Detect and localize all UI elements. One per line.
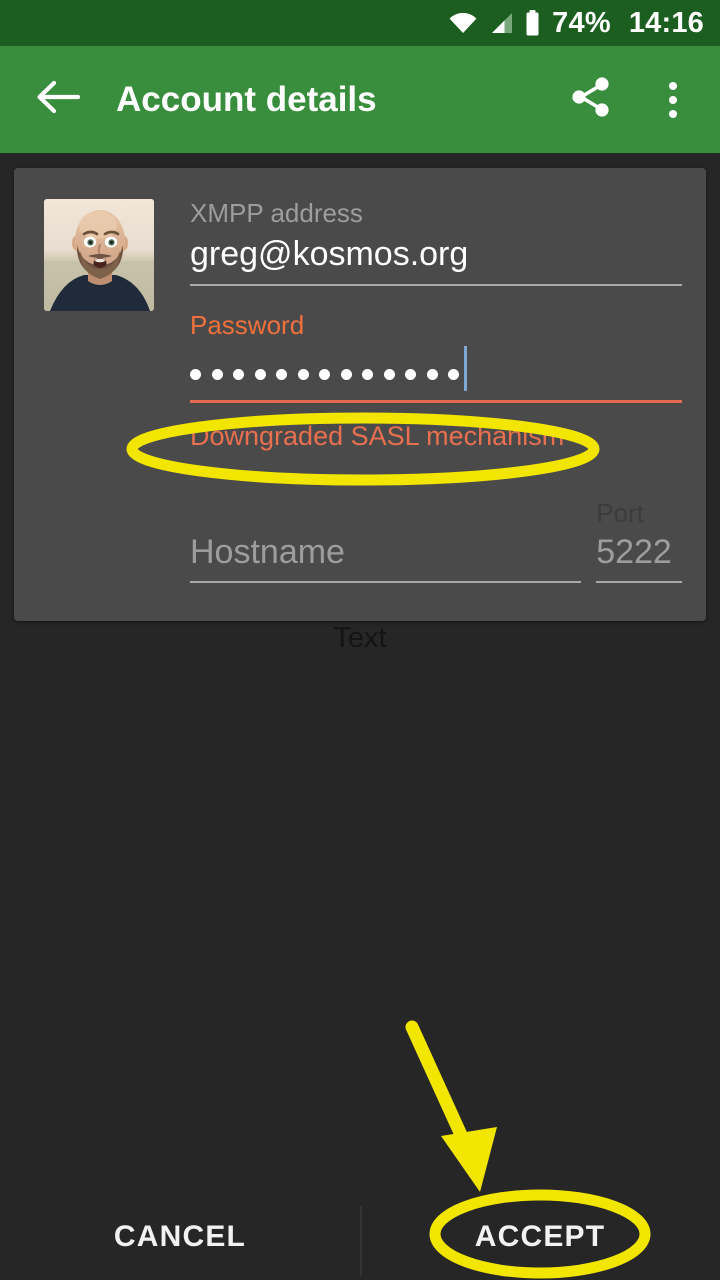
- text-cursor: [464, 345, 467, 391]
- status-bar: 74% 14:16: [0, 0, 720, 46]
- page-title: Account details: [116, 79, 377, 119]
- xmpp-address-value[interactable]: greg@kosmos.org: [190, 230, 682, 278]
- button-divider: [360, 1206, 362, 1276]
- avatar[interactable]: [44, 199, 154, 311]
- cell-signal-icon: [488, 11, 514, 35]
- xmpp-address-field[interactable]: XMPP address greg@kosmos.org: [190, 196, 682, 286]
- port-placeholder[interactable]: 5222: [596, 529, 682, 575]
- hostname-port-row: Hostname Port 5222: [190, 497, 682, 583]
- xmpp-address-underline: [190, 284, 682, 286]
- form-fields: XMPP address greg@kosmos.org Password Do…: [190, 196, 682, 583]
- dialog-button-bar: CANCEL ACCEPT: [0, 1194, 720, 1280]
- hostname-underline: [190, 581, 582, 583]
- account-details-card: XMPP address greg@kosmos.org Password Do…: [14, 168, 706, 621]
- status-bar-clock: 14:16: [628, 6, 704, 39]
- port-label: Port: [596, 498, 644, 528]
- more-vertical-icon: [669, 81, 677, 118]
- password-field[interactable]: Password Downgraded SASL mechanism: [190, 308, 682, 454]
- hostname-placeholder[interactable]: Hostname: [190, 529, 581, 575]
- password-masked-value: [190, 357, 459, 380]
- share-icon: [570, 75, 612, 124]
- cancel-button[interactable]: CANCEL: [0, 1194, 360, 1280]
- port-field[interactable]: Port 5222: [596, 497, 682, 583]
- password-input[interactable]: [190, 342, 682, 394]
- password-error-message: Downgraded SASL mechanism: [190, 421, 565, 451]
- back-button[interactable]: [22, 64, 94, 136]
- share-button[interactable]: [558, 64, 624, 136]
- overflow-menu-button[interactable]: [640, 64, 706, 136]
- password-label: Password: [190, 310, 305, 340]
- app-screen: 74% 14:16 Account details XMPP address g…: [0, 0, 720, 1280]
- toolbar-actions: [558, 64, 720, 136]
- back-arrow-icon: [36, 77, 81, 122]
- annotation-arrow: [405, 1020, 497, 1192]
- port-underline: [596, 581, 682, 583]
- xmpp-address-label: XMPP address: [190, 198, 363, 228]
- wifi-icon: [448, 11, 478, 35]
- accept-button[interactable]: ACCEPT: [360, 1194, 720, 1280]
- battery-percent: 74%: [552, 6, 611, 39]
- hostname-field[interactable]: Hostname: [190, 529, 582, 583]
- battery-icon: [524, 10, 541, 36]
- app-toolbar: Account details: [0, 46, 720, 153]
- stray-text-label: Text: [333, 622, 387, 654]
- password-underline: [190, 400, 682, 403]
